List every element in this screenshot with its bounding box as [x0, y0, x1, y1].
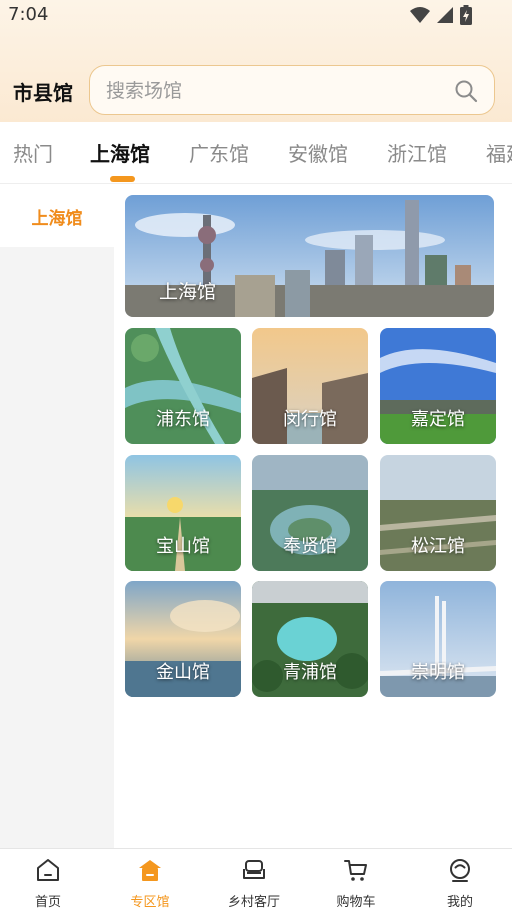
district-card-songjiang[interactable]: 松江馆 [380, 455, 496, 571]
district-label: 闵行馆 [283, 409, 337, 430]
active-tab-indicator [110, 176, 135, 182]
district-label: 奉贤馆 [283, 536, 337, 557]
nav-pavilion[interactable]: 专区馆 [99, 849, 201, 911]
nav-profile-label: 我的 [446, 895, 473, 910]
left-nav-item-label: 上海馆 [31, 209, 83, 229]
nav-cart-label: 购物车 [336, 895, 376, 910]
district-label: 宝山馆 [156, 536, 210, 557]
left-nav-item-shanghai[interactable]: 上海馆 [0, 185, 114, 247]
nav-home-label: 首页 [34, 895, 61, 910]
search-icon[interactable] [454, 79, 478, 103]
search-box[interactable] [89, 65, 495, 115]
bottom-nav: 首页 专区馆 乡村客厅 购物车 我的 [0, 848, 512, 911]
nav-rural-lounge-label: 乡村客厅 [227, 895, 280, 910]
district-card-pudong[interactable]: 浦东馆 [125, 328, 241, 444]
district-label: 崇明馆 [411, 662, 465, 683]
status-icons [410, 5, 472, 25]
district-card-fengxian[interactable]: 奉贤馆 [252, 455, 368, 571]
tab-fujian[interactable]: 福建 [486, 138, 512, 167]
district-card-qingpu[interactable]: 青浦馆 [252, 581, 368, 697]
status-time: 7:04 [8, 4, 49, 25]
battery-icon [460, 5, 472, 25]
district-card-baoshan[interactable]: 宝山馆 [125, 455, 241, 571]
tab-shanghai[interactable]: 上海馆 [90, 138, 150, 167]
nav-pavilion-label: 专区馆 [130, 895, 170, 910]
sofa-icon [243, 860, 265, 879]
district-label: 嘉定馆 [411, 409, 465, 430]
district-label: 松江馆 [411, 536, 465, 557]
tab-anhui[interactable]: 安徽馆 [288, 138, 348, 167]
district-card-minhang[interactable]: 闵行馆 [252, 328, 368, 444]
left-nav: 上海馆 [0, 185, 114, 848]
district-label: 青浦馆 [283, 662, 337, 683]
tab-hot[interactable]: 热门 [13, 138, 53, 167]
signal-icon [437, 7, 453, 23]
nav-cart[interactable]: 购物车 [305, 849, 407, 911]
tab-zhejiang[interactable]: 浙江馆 [387, 138, 447, 167]
shanghai-banner[interactable]: 上海馆 [125, 195, 494, 317]
nav-home[interactable]: 首页 [0, 849, 99, 911]
district-card-jiading[interactable]: 嘉定馆 [380, 328, 496, 444]
page-title: 市县馆 [13, 81, 73, 105]
home-icon [37, 859, 59, 881]
profile-icon [450, 859, 470, 882]
banner-label: 上海馆 [159, 281, 217, 303]
status-bar: 7:04 [0, 0, 512, 32]
province-tabs: 热门 上海馆 广东馆 安徽馆 浙江馆 福建 [0, 122, 512, 184]
district-label: 浦东馆 [156, 409, 210, 430]
district-card-chongming[interactable]: 崇明馆 [380, 581, 496, 697]
tab-guangdong[interactable]: 广东馆 [189, 138, 249, 167]
district-label: 金山馆 [156, 662, 210, 683]
district-card-jinshan[interactable]: 金山馆 [125, 581, 241, 697]
search-input[interactable] [106, 77, 436, 105]
cart-icon [344, 860, 367, 881]
wifi-icon [410, 7, 430, 23]
pavilion-icon [139, 860, 161, 881]
nav-rural-lounge[interactable]: 乡村客厅 [203, 849, 305, 911]
nav-profile[interactable]: 我的 [409, 849, 511, 911]
